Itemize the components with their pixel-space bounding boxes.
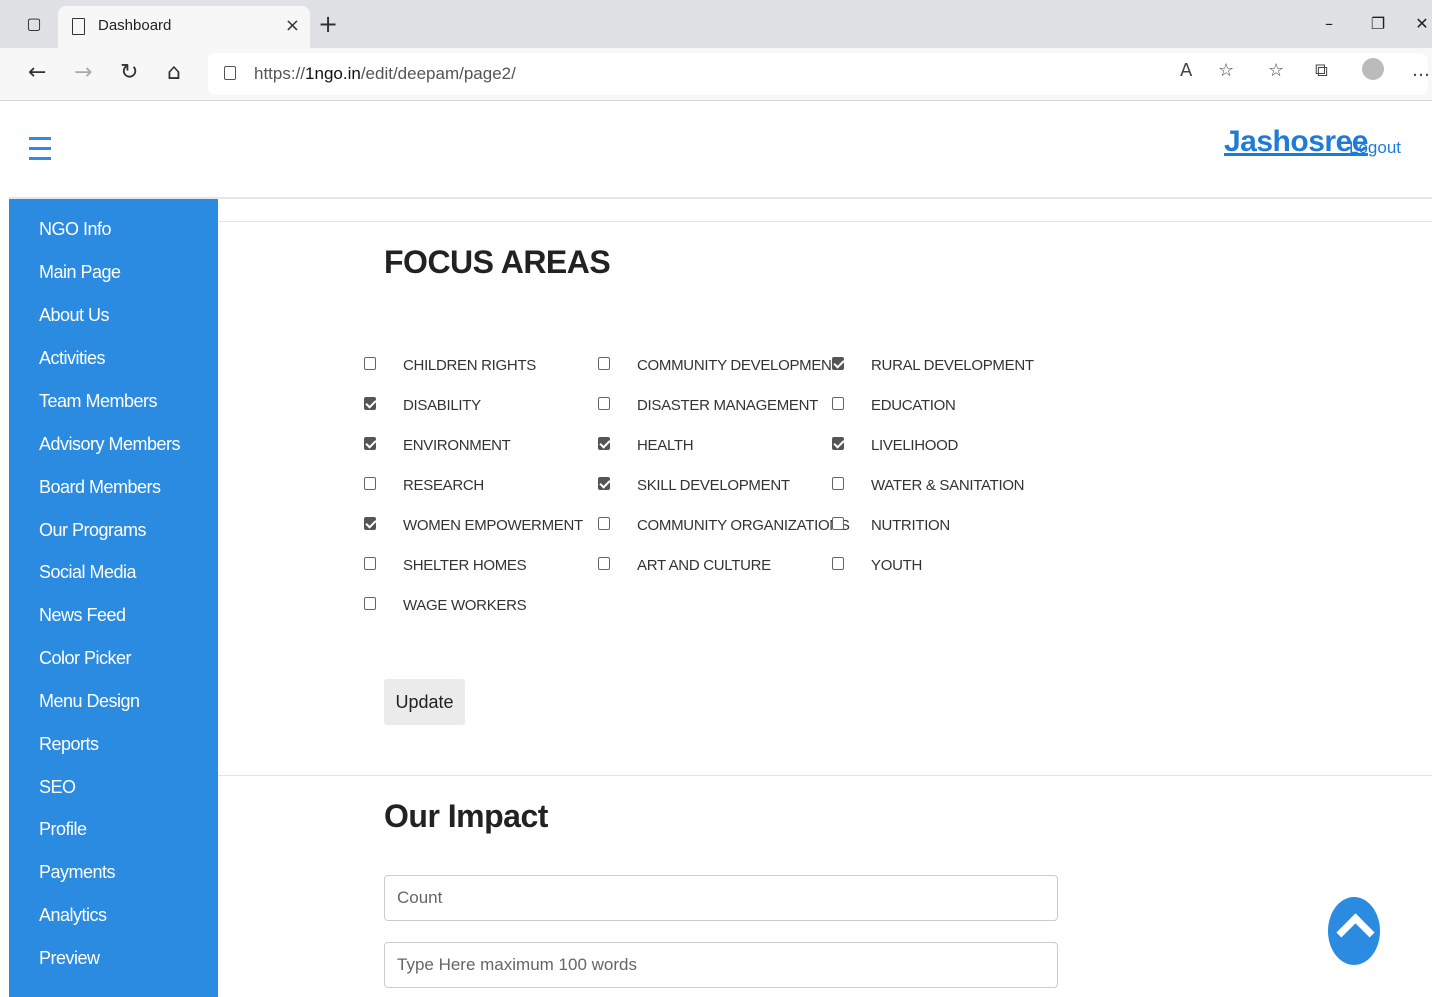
focus-area-checkbox[interactable] [598,477,610,490]
new-tab-icon[interactable]: + [318,10,338,38]
focus-area-label: COMMUNITY DEVELOPMENT [637,357,841,374]
focus-area-checkbox[interactable] [832,557,844,570]
sidebar-item-reports[interactable]: Reports [39,734,99,755]
focus-area-label: WATER & SANITATION [871,477,1025,494]
focus-area-checkbox[interactable] [832,357,844,370]
focus-area-checkbox[interactable] [364,557,376,570]
sidebar-item-seo[interactable]: SEO [39,777,76,798]
focus-area-checkbox[interactable] [598,557,610,570]
focus-area-label: NUTRITION [871,517,950,534]
sidebar-item-social-media[interactable]: Social Media [39,562,137,583]
focus-area-checkbox[interactable] [598,357,610,370]
back-icon[interactable]: ← [28,60,46,85]
minimize-icon[interactable]: – [1319,14,1339,34]
browser-toolbar: ← → ↻ ⌂ https://1ngo.in/edit/deepam/page… [0,48,1432,101]
focus-areas-title: FOCUS AREAS [384,244,611,280]
close-window-icon[interactable]: ✕ [1412,14,1432,34]
focus-area-label: YOUTH [871,557,923,574]
sidebar-item-ngo-info[interactable]: NGO Info [39,219,112,240]
focus-area-checkbox[interactable] [832,477,844,490]
focus-area-label: DISASTER MANAGEMENT [637,397,818,414]
focus-area-checkbox[interactable] [364,357,376,370]
focus-area-label: ENVIRONMENT [403,437,511,454]
add-favorite-icon[interactable]: ☆ [1218,60,1234,81]
sidebar-item-team-members[interactable]: Team Members [39,391,158,412]
focus-area-label: HEALTH [637,437,694,454]
focus-area-label: RURAL DEVELOPMENT [871,357,1034,374]
sidebar-item-profile[interactable]: Profile [39,819,87,840]
page-icon [72,18,85,35]
sidebar-item-board-members[interactable]: Board Members [39,477,161,498]
sidebar-item-our-programs[interactable]: Our Programs [39,520,147,541]
user-name-link[interactable]: Jashosree [1224,125,1368,159]
focus-area-label: SHELTER HOMES [403,557,527,574]
focus-area-checkbox[interactable] [598,437,610,450]
focus-area-label: COMMUNITY ORGANIZATIONS [637,517,850,534]
tab-close-icon[interactable]: × [285,15,300,36]
count-input[interactable] [384,875,1058,921]
sidebar-item-activities[interactable]: Activities [39,348,106,369]
focus-area-checkbox[interactable] [832,437,844,450]
focus-area-label: RESEARCH [403,477,484,494]
focus-area-checkbox[interactable] [364,477,376,490]
browser-tabbar: ▢ Dashboard × + – ❐ ✕ [0,0,1432,48]
sidebar-item-menu-design[interactable]: Menu Design [39,691,140,712]
scroll-to-top-icon[interactable] [1328,897,1380,965]
focus-area-checkbox[interactable] [598,397,610,410]
lock-icon [224,66,236,80]
focus-area-label: EDUCATION [871,397,956,414]
more-icon[interactable]: … [1412,60,1430,81]
sidebar-item-color-picker[interactable]: Color Picker [39,648,132,669]
refresh-icon[interactable]: ↻ [120,60,138,85]
focus-area-label: CHILDREN RIGHTS [403,357,537,374]
focus-area-checkbox[interactable] [598,517,610,530]
favorites-icon[interactable]: ☆ [1268,60,1284,81]
home-icon[interactable]: ⌂ [167,60,181,85]
restore-icon[interactable]: ❐ [1368,14,1388,34]
tab-title: Dashboard [98,17,172,34]
url-text: https://1ngo.in/edit/deepam/page2/ [254,64,516,83]
focus-area-label: SKILL DEVELOPMENT [637,477,790,494]
sidebar-item-preview[interactable]: Preview [39,948,100,969]
sidebar-item-main-page[interactable]: Main Page [39,262,121,283]
sidebar-item-about-us[interactable]: About Us [39,305,110,326]
page-header: Jashosree Logout [9,101,1432,199]
collections-icon[interactable]: ⧉ [1315,60,1328,81]
focus-area-label: DISABILITY [403,397,481,414]
logout-link[interactable]: Logout [1349,138,1401,158]
forward-icon[interactable]: → [74,60,92,85]
focus-area-checkbox[interactable] [832,517,844,530]
read-aloud-icon[interactable]: A [1180,60,1192,81]
focus-area-checkbox[interactable] [364,517,376,530]
impact-description-input[interactable] [384,942,1058,988]
section-divider [218,221,1432,222]
our-impact-title: Our Impact [384,798,548,834]
tab-actions-icon[interactable]: ▢ [24,14,44,34]
sidebar-item-analytics[interactable]: Analytics [39,905,107,926]
focus-area-checkbox[interactable] [364,597,376,610]
browser-tab[interactable]: Dashboard × [58,6,310,48]
section-divider [218,775,1432,776]
update-button[interactable]: Update [384,679,465,725]
focus-area-label: ART AND CULTURE [637,557,771,574]
focus-area-label: WAGE WORKERS [403,597,527,614]
focus-area-checkbox[interactable] [364,437,376,450]
profile-avatar[interactable] [1362,58,1384,80]
sidebar: NGO Info Main Page About Us Activities T… [9,199,218,997]
sidebar-item-news-feed[interactable]: News Feed [39,605,126,626]
focus-area-label: LIVELIHOOD [871,437,959,454]
menu-icon[interactable] [29,137,51,167]
focus-area-checkbox[interactable] [364,397,376,410]
sidebar-item-payments[interactable]: Payments [39,862,116,883]
focus-area-label: WOMEN EMPOWERMENT [403,517,583,534]
sidebar-item-advisory-members[interactable]: Advisory Members [39,434,181,455]
address-bar[interactable]: https://1ngo.in/edit/deepam/page2/ [208,53,1428,95]
focus-area-checkbox[interactable] [832,397,844,410]
